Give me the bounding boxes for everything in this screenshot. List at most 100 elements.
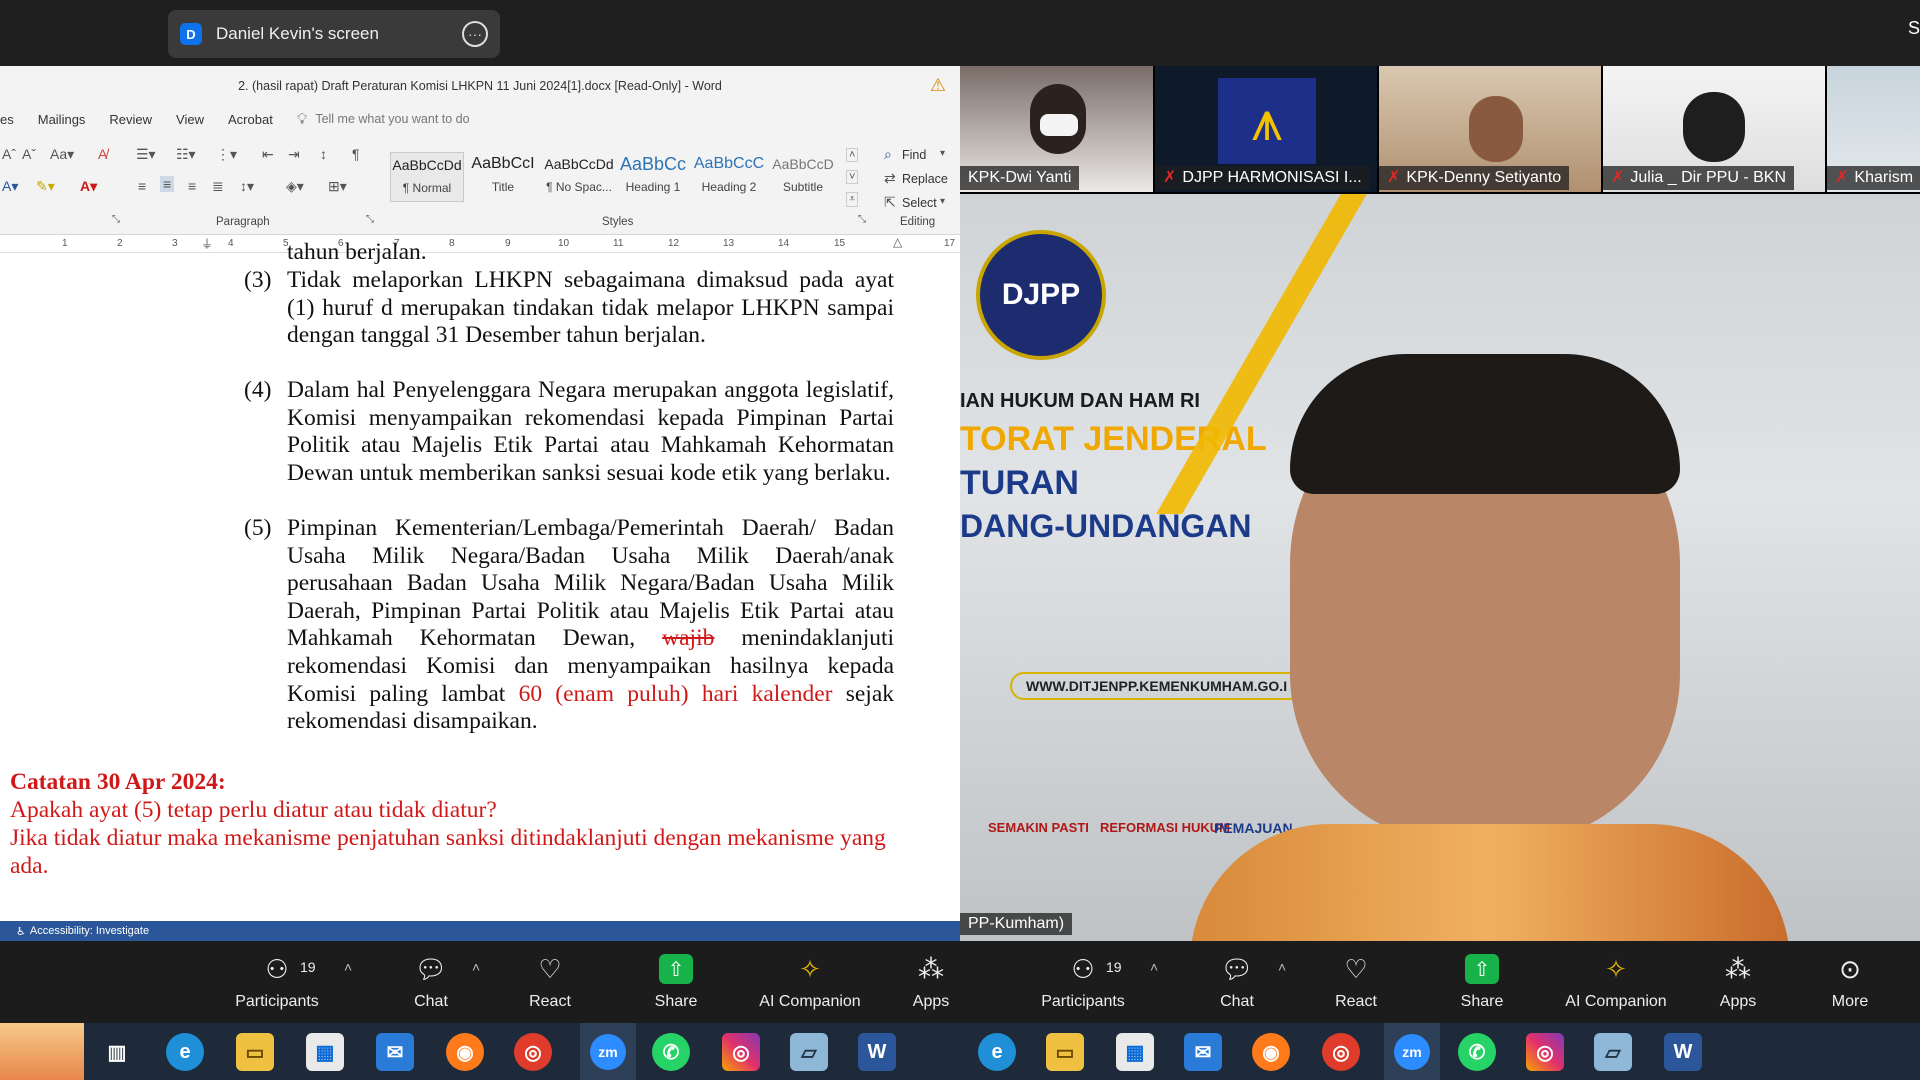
- replace-icon[interactable]: ⇄: [884, 170, 896, 187]
- shading-icon[interactable]: ◈▾: [286, 178, 304, 195]
- firefox-icon[interactable]: ◉: [1252, 1033, 1290, 1071]
- chevron-up-icon[interactable]: ˄: [1150, 959, 1158, 975]
- task-view-icon[interactable]: ▥: [98, 1033, 136, 1071]
- participant-tile[interactable]: ✗ Kharism: [1827, 66, 1920, 192]
- warning-icon[interactable]: ⚠: [930, 75, 946, 96]
- font-dialog-launcher-icon[interactable]: ⤡: [112, 214, 120, 225]
- find-dropdown-icon[interactable]: ▾: [940, 148, 945, 159]
- tab-acrobat[interactable]: Acrobat: [228, 112, 273, 127]
- screen-share-indicator[interactable]: D Daniel Kevin's screen ···: [168, 10, 500, 58]
- zoom-taskbar-button[interactable]: zm: [1384, 1023, 1440, 1080]
- styles-scroll-up-icon[interactable]: ˄: [846, 148, 859, 162]
- mail-icon[interactable]: ✉: [1184, 1033, 1222, 1071]
- select-button[interactable]: Select: [902, 196, 937, 210]
- styles-dialog-launcher-icon[interactable]: ⤡: [858, 214, 866, 225]
- chrome-icon[interactable]: ◎: [514, 1033, 552, 1071]
- participant-tile[interactable]: ✗ Julia _ Dir PPU - BKN: [1603, 66, 1825, 192]
- apps-button[interactable]: ⁂ Apps: [1683, 951, 1793, 1011]
- grow-font-icon[interactable]: Aˆ: [2, 146, 16, 162]
- edge-icon[interactable]: e: [978, 1033, 1016, 1071]
- instagram-icon[interactable]: ◎: [1526, 1033, 1564, 1071]
- borders-icon[interactable]: ⊞▾: [328, 178, 347, 195]
- sort-icon[interactable]: ↕: [320, 146, 327, 162]
- tab-mailings[interactable]: Mailings: [38, 112, 86, 127]
- align-right-icon[interactable]: ≡: [188, 178, 196, 194]
- chevron-up-icon[interactable]: ˄: [1278, 959, 1286, 975]
- more-options-icon[interactable]: ···: [462, 21, 488, 47]
- show-marks-icon[interactable]: ¶: [352, 146, 360, 162]
- accessibility-status[interactable]: Accessibility: Investigate: [30, 925, 149, 937]
- notes-icon[interactable]: ▱: [1594, 1033, 1632, 1071]
- style-no-spacing[interactable]: AaBbCcDd ¶ No Spac...: [542, 152, 616, 202]
- text-effects-icon[interactable]: A▾: [2, 178, 18, 195]
- word-taskbar-icon[interactable]: W: [858, 1033, 896, 1071]
- select-dropdown-icon[interactable]: ▾: [940, 196, 945, 207]
- align-center-icon[interactable]: ≡: [160, 176, 175, 192]
- style-title[interactable]: AaBbCcI Title: [466, 152, 540, 202]
- ai-companion-button[interactable]: ✧ AI Companion: [1560, 951, 1672, 1011]
- whatsapp-icon[interactable]: ✆: [652, 1033, 690, 1071]
- chat-button[interactable]: 💬︎ Chat: [376, 951, 486, 1011]
- clear-format-icon[interactable]: A̸: [98, 146, 107, 162]
- share-button[interactable]: ⇧ Share: [1427, 951, 1537, 1011]
- participant-tile[interactable]: KPK-Dwi Yanti: [960, 66, 1153, 192]
- highlight-icon[interactable]: ✎▾: [36, 178, 55, 195]
- replace-button[interactable]: Replace: [902, 172, 948, 186]
- paragraph-dialog-launcher-icon[interactable]: ⤡: [366, 214, 374, 225]
- edge-icon[interactable]: e: [166, 1033, 204, 1071]
- share-button[interactable]: ⇧ Share: [621, 951, 731, 1011]
- instagram-icon[interactable]: ◎: [722, 1033, 760, 1071]
- react-button[interactable]: ♡ React: [1301, 951, 1411, 1011]
- zoom-taskbar-button[interactable]: zm: [580, 1023, 636, 1080]
- find-button[interactable]: Find: [902, 148, 926, 162]
- file-explorer-icon[interactable]: ▭: [1046, 1033, 1084, 1071]
- select-icon[interactable]: ⇱: [884, 194, 896, 211]
- chat-button[interactable]: 💬︎ Chat: [1182, 951, 1292, 1011]
- notes-icon[interactable]: ▱: [790, 1033, 828, 1071]
- increase-indent-icon[interactable]: ⇥: [288, 146, 300, 163]
- react-button[interactable]: ♡ React: [495, 951, 605, 1011]
- styles-scroll-down-icon[interactable]: ˅: [846, 170, 859, 184]
- document-page[interactable]: tahun berjalan. (3) Tidak melaporkan LHK…: [0, 239, 960, 923]
- more-button[interactable]: ⊙ More: [1800, 951, 1900, 1011]
- participant-tile[interactable]: ⩚ ✗ DJPP HARMONISASI I...: [1155, 66, 1377, 192]
- chrome-icon[interactable]: ◎: [1322, 1033, 1360, 1071]
- tab-view[interactable]: View: [176, 112, 204, 127]
- whatsapp-icon[interactable]: ✆: [1458, 1033, 1496, 1071]
- tab-partial[interactable]: es: [0, 112, 14, 127]
- style-normal[interactable]: AaBbCcDd ¶ Normal: [390, 152, 464, 202]
- style-heading-1[interactable]: AaBbCc Heading 1: [616, 152, 690, 202]
- paragraph-4: Dalam hal Penyelenggara Negara merupakan…: [287, 377, 894, 486]
- mail-icon[interactable]: ✉: [376, 1033, 414, 1071]
- ai-companion-button[interactable]: ✧ AI Companion: [754, 951, 866, 1011]
- multilevel-list-icon[interactable]: ⋮▾: [216, 146, 237, 163]
- style-subtitle[interactable]: AaBbCcD Subtitle: [766, 152, 840, 202]
- microsoft-store-icon[interactable]: ▦: [306, 1033, 344, 1071]
- change-case-icon[interactable]: Aa▾: [50, 146, 74, 163]
- style-heading-2[interactable]: AaBbCcC Heading 2: [692, 152, 766, 202]
- styles-group-label: Styles: [602, 216, 634, 228]
- decrease-indent-icon[interactable]: ⇤: [262, 146, 274, 163]
- align-left-icon[interactable]: ≡: [138, 178, 146, 194]
- active-speaker-video[interactable]: DJPP IAN HUKUM DAN HAM RI TORAT JENDERAL…: [960, 194, 1920, 941]
- styles-more-icon[interactable]: ⩡: [846, 192, 859, 207]
- line-spacing-icon[interactable]: ↕▾: [240, 178, 254, 195]
- tell-me-box[interactable]: Tell me what you want to do: [315, 112, 469, 126]
- numbering-icon[interactable]: ☷▾: [176, 146, 196, 163]
- shrink-font-icon[interactable]: Aˇ: [22, 146, 36, 162]
- justify-icon[interactable]: ≣: [212, 178, 224, 195]
- bullets-icon[interactable]: ☰▾: [136, 146, 156, 163]
- word-taskbar-icon[interactable]: W: [1664, 1033, 1702, 1071]
- chevron-up-icon[interactable]: ˄: [344, 959, 352, 975]
- file-explorer-icon[interactable]: ▭: [236, 1033, 274, 1071]
- tab-review[interactable]: Review: [109, 112, 152, 127]
- find-icon[interactable]: ⌕: [884, 146, 892, 163]
- firefox-icon[interactable]: ◉: [446, 1033, 484, 1071]
- indent-marker-icon[interactable]: ⏚: [201, 235, 213, 252]
- chevron-up-icon[interactable]: ˄: [472, 959, 480, 975]
- microsoft-store-icon[interactable]: ▦: [1116, 1033, 1154, 1071]
- widgets-icon[interactable]: [0, 1023, 84, 1080]
- right-indent-marker-icon[interactable]: △: [893, 235, 902, 249]
- font-color-icon[interactable]: A▾: [80, 178, 97, 195]
- participant-tile[interactable]: ✗ KPK-Denny Setiyanto: [1379, 66, 1601, 192]
